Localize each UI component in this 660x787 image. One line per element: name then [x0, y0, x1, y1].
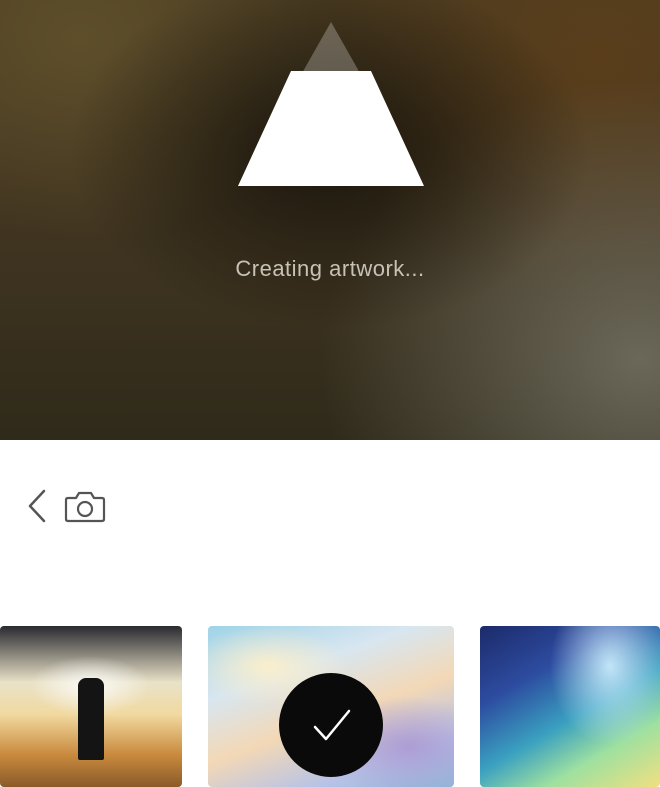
back-button[interactable]: [22, 488, 52, 524]
style-filters: [0, 626, 660, 787]
artwork-preview: Creating artwork...: [0, 0, 660, 440]
checkmark-icon: [313, 709, 351, 741]
style-thumbnail-1[interactable]: [0, 626, 182, 787]
loading-triangle-icon: [238, 22, 424, 186]
camera-button[interactable]: [64, 488, 106, 524]
chevron-left-icon: [28, 489, 46, 523]
toolbar: [0, 470, 660, 540]
style-thumbnail-2[interactable]: [208, 626, 454, 787]
status-text: Creating artwork...: [235, 256, 425, 281]
style-thumbnail-3[interactable]: [480, 626, 660, 787]
thumbnail-artwork-figure: [78, 678, 104, 760]
loader-triangle-fill: [238, 71, 424, 186]
camera-icon: [64, 491, 106, 523]
selected-indicator: [279, 673, 383, 777]
